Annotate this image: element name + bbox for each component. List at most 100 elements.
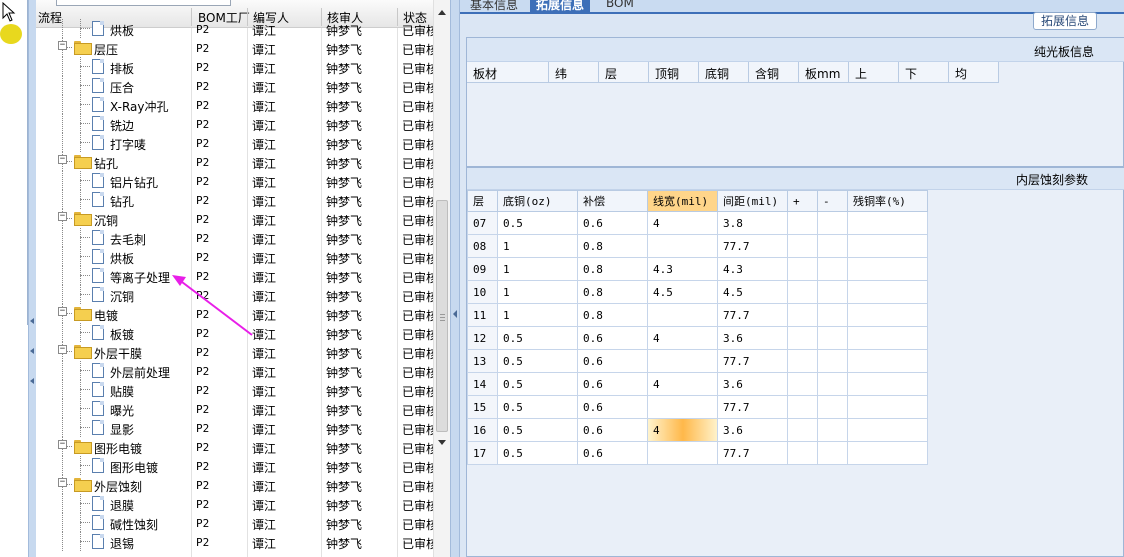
tree-row[interactable]: 铣边 P2 谭江 钟梦飞 已审核 [36, 114, 433, 133]
etch-cell[interactable]: 77.7 [717, 349, 788, 373]
etch-col-header[interactable]: + [787, 190, 818, 212]
tree-row[interactable]: 贴膜 P2 谭江 钟梦飞 已审核 [36, 380, 433, 399]
tree-row[interactable]: − 外层蚀刻 P2 谭江 钟梦飞 已审核 [36, 475, 433, 494]
tree-row[interactable]: − 图形电镀 P2 谭江 钟梦飞 已审核 [36, 437, 433, 456]
tree-row[interactable]: − 电镀 P2 谭江 钟梦飞 已审核 [36, 304, 433, 323]
board-col-header[interactable]: 下 [899, 62, 949, 83]
etch-row[interactable]: 09 1 0.8 4.3 4.3 [467, 257, 928, 281]
extended-info-button[interactable]: 拓展信息 [1033, 12, 1097, 30]
etch-col-header[interactable]: 补偿 [577, 190, 648, 212]
etch-cell[interactable]: 14 [467, 372, 498, 396]
etch-cell[interactable]: 16 [467, 418, 498, 442]
etch-cell[interactable] [847, 395, 928, 419]
etch-cell[interactable]: 17 [467, 441, 498, 465]
etch-cell[interactable] [817, 372, 848, 396]
collapse-toggle-icon[interactable]: − [58, 307, 67, 316]
etch-cell[interactable] [787, 349, 818, 373]
board-col-header[interactable]: 底铜 [699, 62, 749, 83]
collapse-toggle-icon[interactable]: − [58, 41, 67, 50]
scroll-thumb[interactable] [436, 200, 448, 432]
tree-row[interactable]: − 外层干膜 P2 谭江 钟梦飞 已审核 [36, 342, 433, 361]
tree-row[interactable]: 排板 P2 谭江 钟梦飞 已审核 [36, 57, 433, 76]
etch-cell[interactable]: 0.5 [497, 326, 578, 350]
tab-basic-info[interactable]: 基本信息 [464, 0, 524, 12]
board-col-header[interactable]: 层 [599, 62, 649, 83]
collapse-toggle-icon[interactable]: − [58, 440, 67, 449]
tree-row[interactable]: − 沉铜 P2 谭江 钟梦飞 已审核 [36, 209, 433, 228]
etch-cell[interactable]: 0.6 [577, 418, 648, 442]
tree-row[interactable]: 板镀 P2 谭江 钟梦飞 已审核 [36, 323, 433, 342]
board-col-header[interactable]: 板mm [799, 62, 849, 83]
board-col-header[interactable]: 上 [849, 62, 899, 83]
etch-cell[interactable] [817, 257, 848, 281]
board-col-header[interactable]: 顶铜 [649, 62, 699, 83]
tree-row[interactable]: 退膜 P2 谭江 钟梦飞 已审核 [36, 494, 433, 513]
etch-cell[interactable] [847, 326, 928, 350]
etch-cell[interactable]: 0.5 [497, 349, 578, 373]
collapse-arrow-icon[interactable] [30, 378, 34, 384]
etch-cell[interactable] [847, 211, 928, 235]
etch-cell[interactable] [787, 395, 818, 419]
etch-cell[interactable]: 0.6 [577, 372, 648, 396]
etch-cell[interactable] [647, 395, 718, 419]
left-collapse-bar[interactable] [28, 0, 36, 557]
etch-row[interactable]: 10 1 0.8 4.5 4.5 [467, 280, 928, 304]
tree-row[interactable]: − 钻孔 P2 谭江 钟梦飞 已审核 [36, 152, 433, 171]
board-col-header[interactable]: 均 [949, 62, 999, 83]
board-col-header[interactable]: 含铜 [749, 62, 799, 83]
etch-cell[interactable]: 0.5 [497, 441, 578, 465]
filter-input[interactable] [56, 0, 231, 6]
etch-cell[interactable]: 0.5 [497, 418, 578, 442]
etch-cell[interactable] [817, 303, 848, 327]
etch-cell[interactable]: 07 [467, 211, 498, 235]
splitter-arrow-icon[interactable] [453, 310, 457, 318]
etch-cell[interactable] [817, 211, 848, 235]
etch-cell[interactable] [847, 441, 928, 465]
etch-row[interactable]: 13 0.5 0.6 77.7 [467, 349, 928, 373]
etch-cell[interactable]: 0.6 [577, 326, 648, 350]
tab-bom[interactable]: BOM [600, 0, 640, 12]
tree-row[interactable]: 去毛刺 P2 谭江 钟梦飞 已审核 [36, 228, 433, 247]
collapse-toggle-icon[interactable]: − [58, 155, 67, 164]
collapse-toggle-icon[interactable]: − [58, 478, 67, 487]
board-col-header[interactable]: 纬 [549, 62, 599, 83]
collapse-arrow-icon[interactable] [30, 318, 34, 324]
tree-row[interactable]: 外层前处理 P2 谭江 钟梦飞 已审核 [36, 361, 433, 380]
etch-cell[interactable] [787, 211, 818, 235]
etch-cell[interactable]: 12 [467, 326, 498, 350]
etch-cell[interactable] [787, 372, 818, 396]
etch-cell[interactable]: 08 [467, 234, 498, 258]
tree-row[interactable]: 打字唛 P2 谭江 钟梦飞 已审核 [36, 133, 433, 152]
etch-col-header[interactable]: 底铜(oz) [497, 190, 578, 212]
etch-cell[interactable] [647, 234, 718, 258]
etch-cell[interactable] [847, 372, 928, 396]
etch-cell[interactable]: 4 [647, 372, 718, 396]
etch-cell[interactable]: 3.6 [717, 372, 788, 396]
collapse-arrow-icon[interactable] [30, 348, 34, 354]
tree-row[interactable]: 碱性蚀刻 P2 谭江 钟梦飞 已审核 [36, 513, 433, 532]
tree-row[interactable]: 烘板 P2 谭江 钟梦飞 已审核 [36, 247, 433, 266]
etch-cell[interactable]: 4 [647, 326, 718, 350]
etch-cell[interactable] [847, 349, 928, 373]
etch-cell[interactable] [787, 326, 818, 350]
etch-cell[interactable]: 1 [497, 257, 578, 281]
etch-cell[interactable]: 11 [467, 303, 498, 327]
etch-cell[interactable]: 4 [647, 418, 718, 442]
etch-cell[interactable]: 4.3 [717, 257, 788, 281]
etch-col-header[interactable]: - [817, 190, 848, 212]
etch-cell[interactable]: 4 [647, 211, 718, 235]
etch-cell[interactable]: 77.7 [717, 234, 788, 258]
etch-row[interactable]: 07 0.5 0.6 4 3.8 [467, 211, 928, 235]
etch-cell[interactable] [847, 280, 928, 304]
etch-cell[interactable]: 10 [467, 280, 498, 304]
etch-cell[interactable]: 1 [497, 303, 578, 327]
etch-cell[interactable]: 0.8 [577, 303, 648, 327]
etch-cell[interactable]: 0.8 [577, 257, 648, 281]
etch-cell[interactable]: 0.6 [577, 211, 648, 235]
etch-cell[interactable]: 0.8 [577, 280, 648, 304]
etch-cell[interactable] [787, 234, 818, 258]
etch-col-header[interactable]: 层 [467, 190, 498, 212]
tree-row[interactable]: 烘板 P2 谭江 钟梦飞 已审核 [36, 19, 433, 38]
etch-row[interactable]: 14 0.5 0.6 4 3.6 [467, 372, 928, 396]
etch-cell[interactable] [847, 418, 928, 442]
